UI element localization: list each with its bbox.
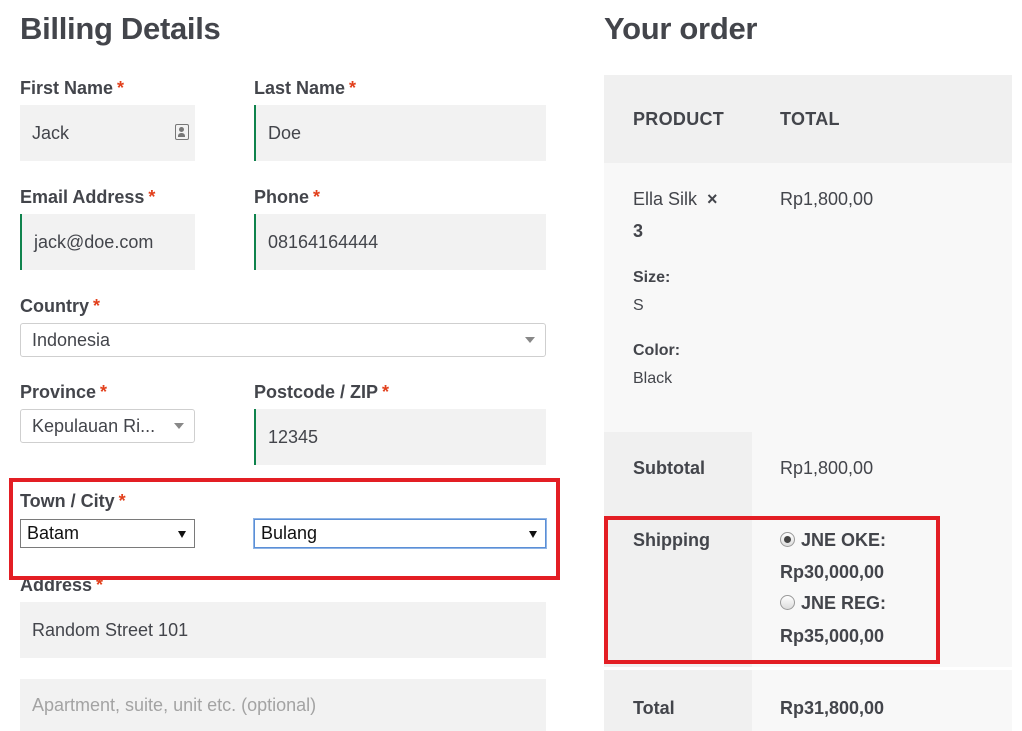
item-color-value: Black	[633, 370, 673, 387]
contact-card-icon[interactable]	[175, 124, 189, 140]
first-name-label: First Name *	[20, 78, 125, 98]
phone-input[interactable]: 08164164444	[254, 214, 546, 270]
dropdown-arrow-icon[interactable]	[529, 530, 537, 538]
district-value: Bulang	[261, 523, 318, 543]
times-symbol: ×	[707, 189, 718, 209]
address-line2-input[interactable]: Apartment, suite, unit etc. (optional)	[20, 679, 546, 731]
item-name: Ella Silk ×	[633, 189, 718, 209]
item-total: Rp1,800,00	[780, 189, 874, 209]
city-select[interactable]: Batam	[20, 519, 195, 548]
email-input[interactable]: jack@doe.com	[20, 214, 195, 270]
shipping-option-name[interactable]: JNE REG:	[801, 593, 886, 614]
phone-value: 08164164444	[268, 231, 379, 252]
item-size-label: Size:	[633, 269, 671, 286]
total-label: Total	[633, 698, 675, 718]
shipping-option-name[interactable]: JNE OKE:	[801, 530, 886, 551]
dropdown-arrow-icon[interactable]	[178, 530, 186, 538]
subtotal-label: Subtotal	[633, 458, 705, 478]
column-total: TOTAL	[780, 109, 840, 129]
address-label: Address *	[20, 575, 104, 595]
postcode-value: 12345	[268, 426, 319, 447]
required-mark: *	[118, 491, 126, 511]
required-mark: *	[117, 78, 125, 98]
shipping-radio-jne-reg[interactable]	[780, 595, 795, 610]
required-mark: *	[313, 187, 321, 207]
district-select[interactable]: Bulang	[254, 519, 546, 548]
chevron-down-icon[interactable]	[174, 423, 184, 429]
email-value: jack@doe.com	[34, 231, 154, 252]
country-value: Indonesia	[32, 329, 111, 350]
province-value: Kepulauan Ri...	[32, 415, 156, 436]
required-mark: *	[148, 187, 156, 207]
last-name-label: Last Name *	[254, 78, 357, 98]
first-name-value: Jack	[32, 122, 70, 143]
address-input[interactable]: Random Street 101	[20, 602, 546, 658]
last-name-value: Doe	[268, 122, 302, 143]
postcode-input[interactable]: 12345	[254, 409, 546, 465]
town-city-label: Town / City *	[20, 491, 126, 511]
first-name-input[interactable]: Jack	[20, 105, 195, 161]
shipping-radio-jne-oke[interactable]	[780, 532, 795, 547]
required-mark: *	[96, 575, 104, 595]
billing-title: Billing Details	[20, 11, 221, 46]
address-value: Random Street 101	[32, 619, 189, 640]
order-table-divider	[604, 667, 1012, 670]
postcode-label: Postcode / ZIP *	[254, 382, 390, 402]
item-size-value: S	[633, 297, 644, 314]
subtotal-value: Rp1,800,00	[780, 458, 874, 478]
country-label: Country *	[20, 296, 101, 316]
total-value: Rp31,800,00	[780, 698, 885, 718]
required-mark: *	[382, 382, 390, 402]
last-name-input[interactable]: Doe	[254, 105, 546, 161]
column-product: PRODUCT	[633, 109, 725, 129]
shipping-option-price: Rp35,000,00	[780, 626, 885, 646]
item-quantity: 3	[633, 221, 644, 241]
province-label: Province *	[20, 382, 108, 402]
email-label: Email Address *	[20, 187, 156, 207]
required-mark: *	[93, 296, 101, 316]
required-mark: *	[349, 78, 357, 98]
order-title: Your order	[604, 11, 758, 46]
phone-label: Phone *	[254, 187, 321, 207]
address-line2-placeholder: Apartment, suite, unit etc. (optional)	[32, 694, 317, 715]
required-mark: *	[100, 382, 108, 402]
country-select[interactable]: Indonesia	[20, 323, 546, 357]
item-color-label: Color:	[633, 342, 681, 359]
shipping-label: Shipping	[633, 530, 710, 550]
city-value: Batam	[27, 523, 80, 543]
province-select[interactable]: Kepulauan Ri...	[20, 409, 195, 443]
chevron-down-icon[interactable]	[525, 337, 535, 343]
shipping-option-price: Rp30,000,00	[780, 562, 885, 582]
